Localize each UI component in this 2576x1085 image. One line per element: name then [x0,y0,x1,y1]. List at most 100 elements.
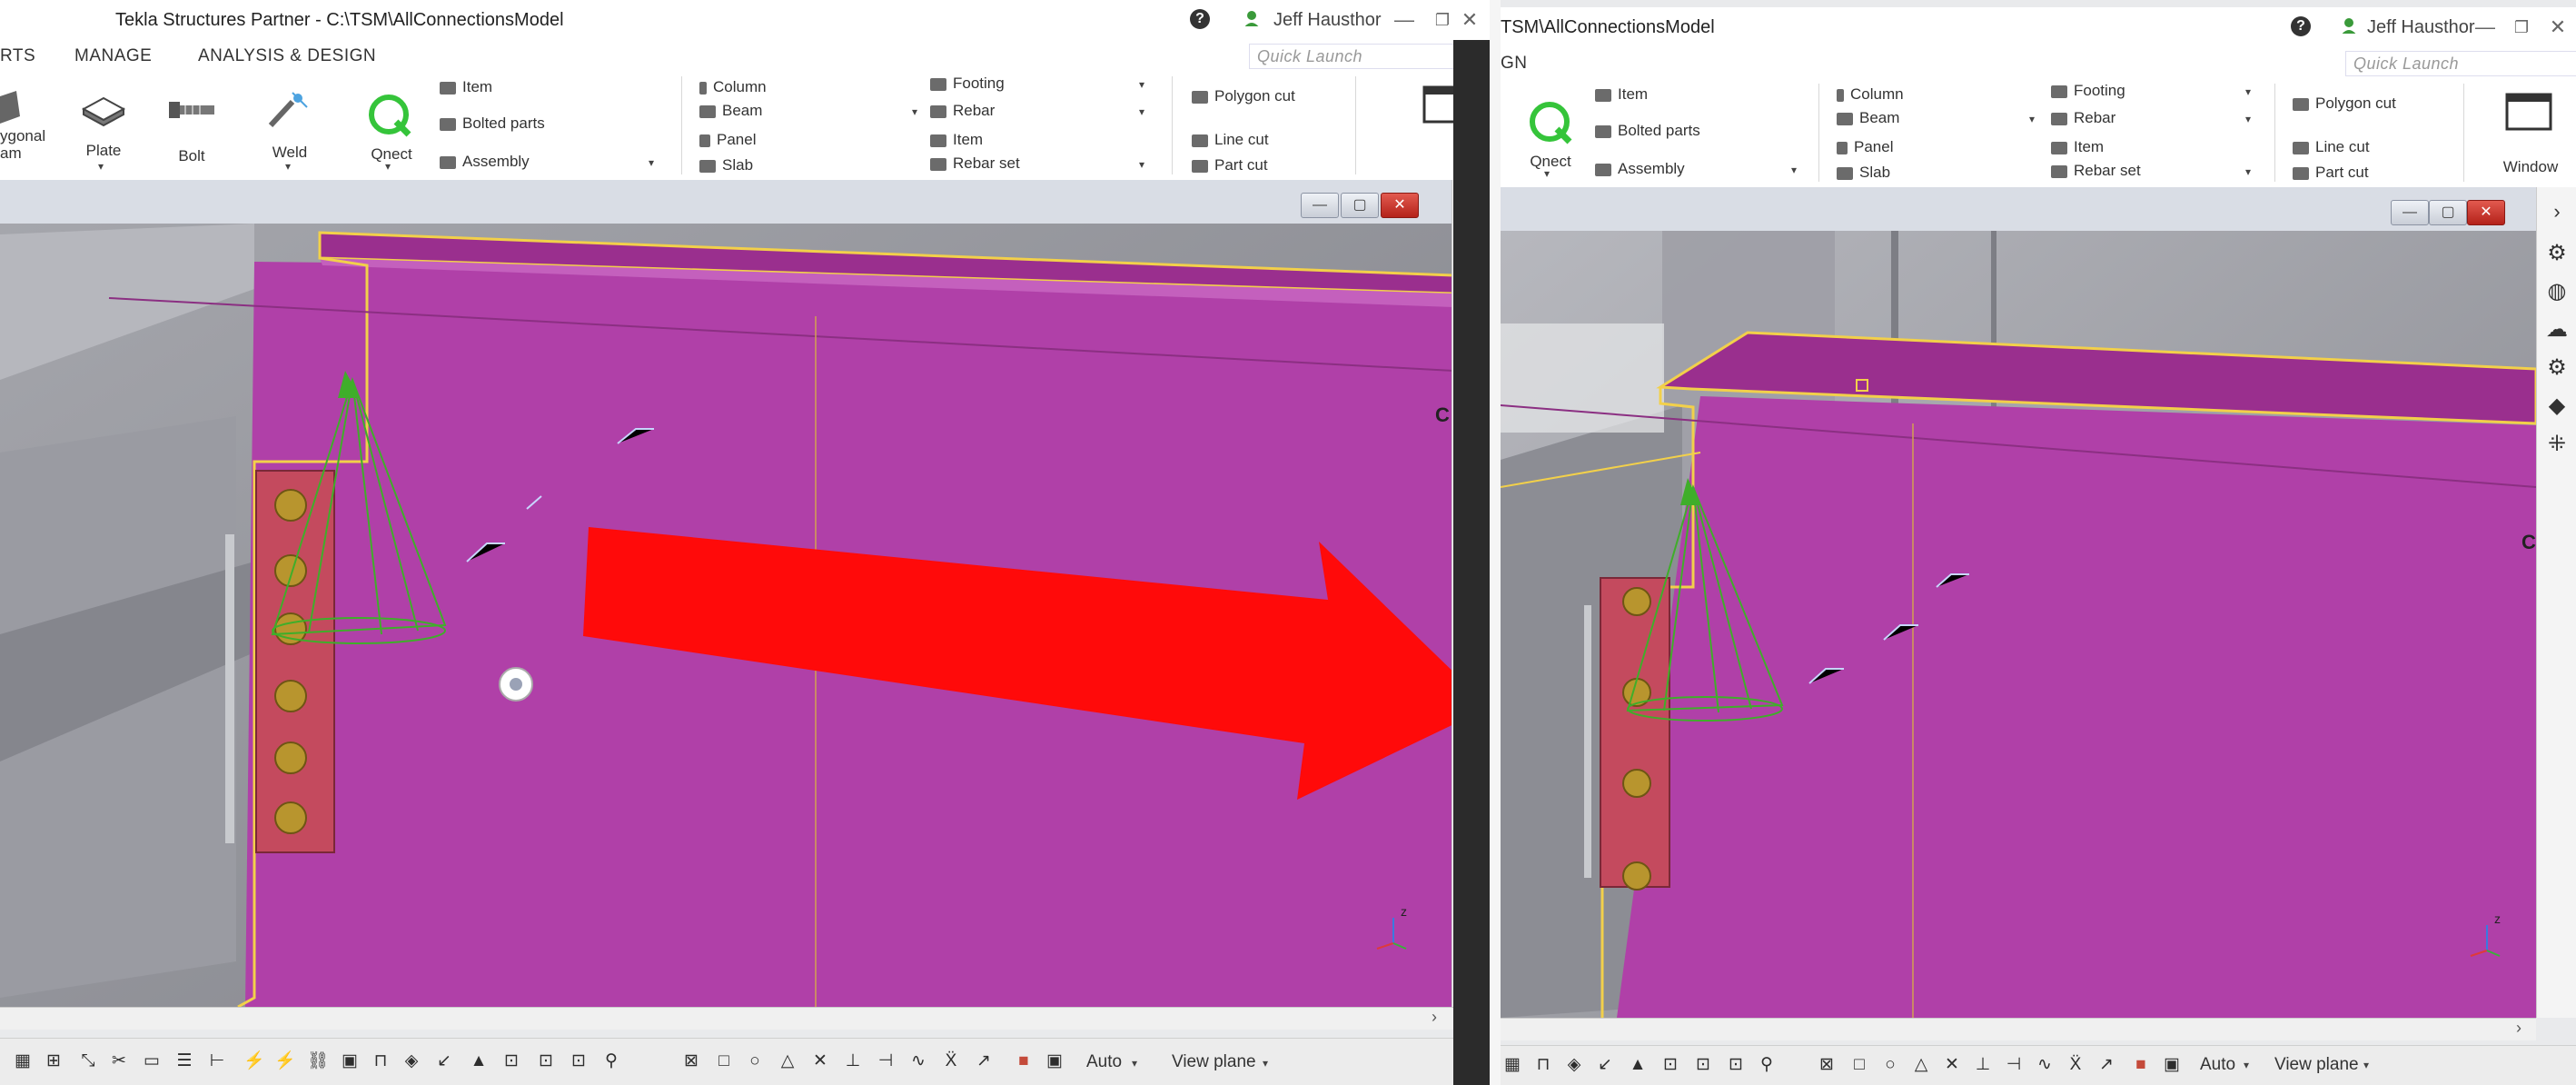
record-icon-right[interactable]: ■ [2131,1055,2151,1075]
scissors-icon[interactable]: ✂ [109,1051,129,1071]
ribbon-part-cut-button-right[interactable]: Part cut [2293,164,2369,182]
z-snap-icon-right[interactable]: Ẍ [2066,1055,2086,1075]
ribbon-line-cut-button-right[interactable]: Line cut [2293,138,2370,156]
horizontal-scrollbar[interactable]: › [0,1007,1453,1030]
square-snap-icon[interactable]: □ [714,1051,734,1071]
perp-snap-icon[interactable]: ⊥ [843,1051,863,1071]
help-icon[interactable]: ? [1190,9,1210,29]
viewport-minimize-icon-right[interactable]: — [2391,200,2429,225]
viewport-minimize-icon[interactable]: — [1301,193,1339,218]
magic-icon[interactable]: ⚡ [243,1051,265,1071]
square-snap-icon-right[interactable]: □ [1849,1055,1869,1075]
components-icon[interactable]: ⁜ [2545,433,2569,456]
search-icon[interactable]: ⚲ [601,1051,621,1071]
maximize-icon-right[interactable]: ❐ [2507,13,2536,42]
ribbon-column-button[interactable]: Column [699,78,767,96]
ribbon-panel-button[interactable]: Panel [699,131,756,149]
ribbon-rebar-set-button[interactable]: Rebar set [930,154,1020,173]
menu-icon[interactable]: ☰ [174,1051,194,1071]
window-icon[interactable] [1422,85,1453,125]
expand-pane-icon[interactable]: › [2545,200,2569,224]
ribbon-item-button-right[interactable]: Item [1595,85,1648,104]
settings-icon[interactable]: ⚙ [2545,242,2569,265]
viewport-close-icon[interactable]: ✕ [1381,193,1419,218]
circle-snap-icon-right[interactable]: ○ [1880,1055,1900,1075]
model-3d-view-right[interactable]: z [1501,187,2536,1018]
ribbon-qnect-label-right[interactable]: Qnect [1519,153,1582,171]
minimize-icon[interactable]: — [1390,5,1419,35]
triangle-snap-icon-right[interactable]: △ [1911,1055,1931,1075]
stop-icon[interactable]: ▣ [1045,1051,1065,1071]
model-viewport-right[interactable]: z — ▢ ✕ C [1501,187,2536,1018]
layers-icon-right[interactable]: ◈ [1564,1055,1584,1075]
ribbon-slab-button-right[interactable]: Slab [1837,164,1890,182]
ribbon-beam-button-right[interactable]: Beam [1837,109,1899,127]
ribbon-rebar-button-right[interactable]: Rebar [2051,109,2115,127]
ribbon-bolted-parts-button[interactable]: Bolted parts [440,114,545,133]
triangle-snap-icon[interactable]: △ [778,1051,798,1071]
ribbon-footing-button[interactable]: Footing [930,75,1005,93]
ribbon-qnect-label[interactable]: Qnect [360,145,423,164]
ribbon-polygon-cut-button[interactable]: Polygon cut [1192,87,1295,105]
rect-snap-icon-right[interactable]: ⊠ [1817,1055,1837,1075]
scroll-right-icon-right[interactable]: › [2516,1019,2522,1038]
minimize-icon-right[interactable]: — [2471,13,2500,42]
rect-snap-icon[interactable]: ⊠ [681,1051,701,1071]
menu-item-manage[interactable]: MANAGE [74,46,152,66]
ribbon-footing-button-right[interactable]: Footing [2051,82,2125,100]
layers-icon[interactable]: ◈ [401,1051,421,1071]
ribbon-panel-button-right[interactable]: Panel [1837,138,1893,156]
ribbon-bolted-parts-button-right[interactable]: Bolted parts [1595,122,1700,140]
diag-snap-icon-right[interactable]: ↗ [2096,1055,2116,1075]
close-icon[interactable]: ✕ [1455,5,1484,35]
viewport-close-icon-right[interactable]: ✕ [2467,200,2505,225]
cross-snap-icon[interactable]: ✕ [810,1051,830,1071]
grid-icon[interactable]: ▦ [13,1051,33,1071]
ribbon-polygon-cut-button-right[interactable]: Polygon cut [2293,95,2396,113]
mid-snap-icon-right[interactable]: ⊣ [2004,1055,2024,1075]
ribbon-bolt-label[interactable]: Bolt [160,147,223,165]
qnect-icon[interactable] [367,93,414,140]
grid-icon-right[interactable]: ▦ [1502,1055,1522,1075]
ribbon-window-label-right[interactable]: Window [2494,158,2567,176]
magic2-icon[interactable]: ⚡ [274,1051,296,1071]
window-icon-right[interactable] [2505,93,2554,133]
wave-snap-icon-right[interactable]: ∿ [2035,1055,2055,1075]
circle-snap-icon[interactable]: ○ [745,1051,765,1071]
viewport-maximize-icon-right[interactable]: ▢ [2429,200,2467,225]
ribbon-rebar-item-button-right[interactable]: Item [2051,138,2104,156]
zoom-icon[interactable]: ▲ [469,1051,489,1071]
viewport-maximize-icon[interactable]: ▢ [1341,193,1379,218]
ribbon-part-cut-button[interactable]: Part cut [1192,156,1268,174]
ribbon-rebar-button[interactable]: Rebar [930,102,995,120]
bolt-icon[interactable] [167,95,216,125]
ribbon-plate-label[interactable]: Plate [71,142,136,160]
link-icon[interactable]: ⛓ [307,1051,329,1071]
ribbon-assembly-button-right[interactable]: Assembly [1595,160,1685,178]
box-icon[interactable]: ▭ [142,1051,162,1071]
ribbon-weld-label[interactable]: Weld [258,144,322,162]
zoom-icon-right[interactable]: ▲ [1628,1055,1648,1075]
weld-icon[interactable] [265,89,314,131]
ribbon-polygonal-beam-label[interactable]: ygonal am [0,127,45,162]
cloud-icon[interactable]: ☁ [2545,318,2569,342]
ribbon-line-cut-button[interactable]: Line cut [1192,131,1269,149]
view-plane-dropdown[interactable]: View plane [1172,1052,1256,1072]
fit-icon-right[interactable]: ⊡ [1660,1055,1680,1075]
cross-snap-icon-right[interactable]: ✕ [1942,1055,1962,1075]
ribbon-slab-button[interactable]: Slab [699,156,753,174]
ribbon-item-button[interactable]: Item [440,78,492,96]
diag-snap-icon[interactable]: ↗ [974,1051,994,1071]
maximize-icon[interactable]: ❐ [1428,5,1453,35]
fit2-icon-right[interactable]: ⊡ [1693,1055,1713,1075]
search-icon-right[interactable]: ⚲ [1757,1055,1777,1075]
ribbon-rebar-set-button-right[interactable]: Rebar set [2051,162,2141,180]
qnect-icon-right[interactable] [1528,100,1575,147]
sel-icon-right[interactable]: ↙ [1595,1055,1615,1075]
square-icon[interactable]: ▣ [340,1051,360,1071]
auto-dropdown[interactable]: Auto [1086,1052,1122,1072]
fit-icon[interactable]: ⊡ [501,1051,521,1071]
scroll-right-icon[interactable]: › [1432,1008,1437,1027]
door-icon-right[interactable]: ⊓ [1533,1055,1553,1075]
plate-icon[interactable] [80,91,127,127]
